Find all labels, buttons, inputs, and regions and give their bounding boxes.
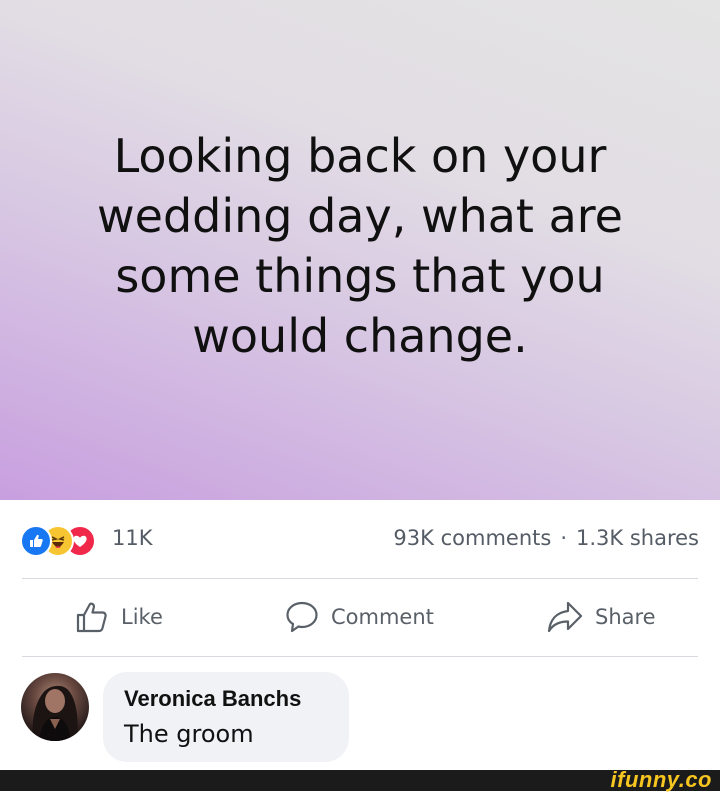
post-stats: 11K 93K comments · 1.3K shares [0,500,720,578]
comment-label: Comment [331,605,434,629]
divider-bottom [22,656,698,657]
shares-count[interactable]: 1.3K shares [576,526,699,550]
share-label: Share [595,605,656,629]
divider-top [22,578,698,579]
avatar[interactable] [21,673,89,741]
stats-separator: · [560,526,567,550]
like-button[interactable]: Like [75,600,163,634]
comment-author[interactable]: Veronica Banchs [124,686,301,712]
like-icon [76,602,107,633]
like-label: Like [121,605,163,629]
post-image: Looking back on your wedding day, what a… [0,0,720,500]
comment-bubble[interactable]: Veronica Banchs The groom [103,672,349,762]
comment-button[interactable]: Comment [285,600,434,634]
reaction-count[interactable]: 11K [112,526,153,550]
ifunny-watermark: ifunny.co [610,767,712,792]
comment-text: The groom [124,720,254,748]
post-text: Looking back on your wedding day, what a… [97,129,623,363]
share-button[interactable]: Share [547,600,656,634]
watermark-bar: ifunny.co [0,767,720,792]
share-icon [547,601,583,633]
comments-count[interactable]: 93K comments [393,526,551,550]
comment-icon [286,601,318,633]
like-reaction-icon [20,525,52,557]
action-bar: Like Comment Share [0,580,720,656]
comment: Veronica Banchs The groom [0,658,720,770]
comment-share-counts: 93K comments · 1.3K shares [393,526,699,550]
